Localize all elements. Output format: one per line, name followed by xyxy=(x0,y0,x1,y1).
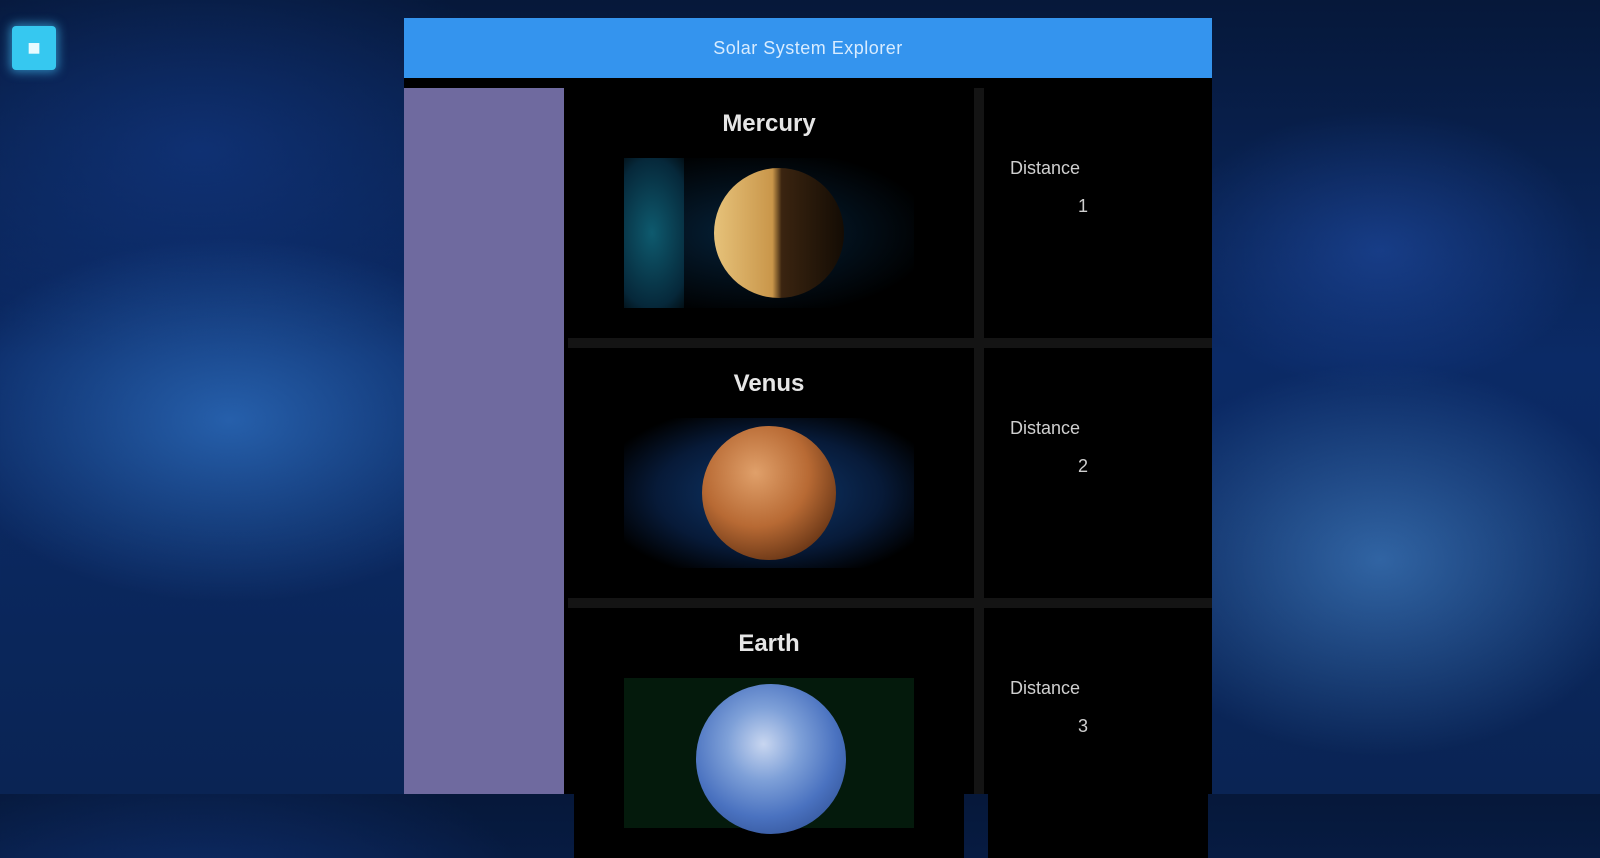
planet-info-label: Distance xyxy=(1010,678,1081,698)
row-divider xyxy=(568,598,1212,608)
planet-info-value: 2 xyxy=(1078,456,1089,476)
app-window: Solar System Explorer Mercury Distance 1 xyxy=(404,18,1212,858)
desktop-app-icon[interactable]: ■ xyxy=(12,26,56,70)
planet-row[interactable]: Earth Distance 3 xyxy=(568,608,1212,858)
planet-card[interactable]: Venus xyxy=(574,348,964,598)
planet-info-value: 3 xyxy=(1078,716,1089,736)
venus-image xyxy=(624,418,914,568)
planet-card[interactable]: Mercury xyxy=(574,88,964,338)
planet-row[interactable]: Mercury Distance 1 xyxy=(568,88,1212,338)
sidebar[interactable] xyxy=(404,88,564,794)
planet-info-label: Distance xyxy=(1010,158,1081,178)
app-title: Solar System Explorer xyxy=(713,37,903,58)
planet-info-value: 1 xyxy=(1078,196,1089,216)
title-bar: Solar System Explorer xyxy=(404,18,1212,78)
planet-info-label: Distance xyxy=(1010,418,1081,438)
planet-info: Distance 2 xyxy=(988,348,1208,598)
planet-name: Venus xyxy=(733,370,805,397)
planet-card[interactable]: Earth xyxy=(574,608,964,858)
planet-list: Mercury Distance 1 Venus Distance 2 Eart… xyxy=(568,88,1212,858)
planet-info: Distance 1 xyxy=(988,88,1208,338)
earth-image xyxy=(624,678,914,834)
planet-row[interactable]: Venus Distance 2 xyxy=(568,348,1212,598)
row-divider xyxy=(568,338,1212,348)
planet-name: Earth xyxy=(738,630,800,657)
planet-info: Distance 3 xyxy=(988,608,1208,858)
planet-name: Mercury xyxy=(722,110,816,137)
mercury-image xyxy=(624,158,914,308)
